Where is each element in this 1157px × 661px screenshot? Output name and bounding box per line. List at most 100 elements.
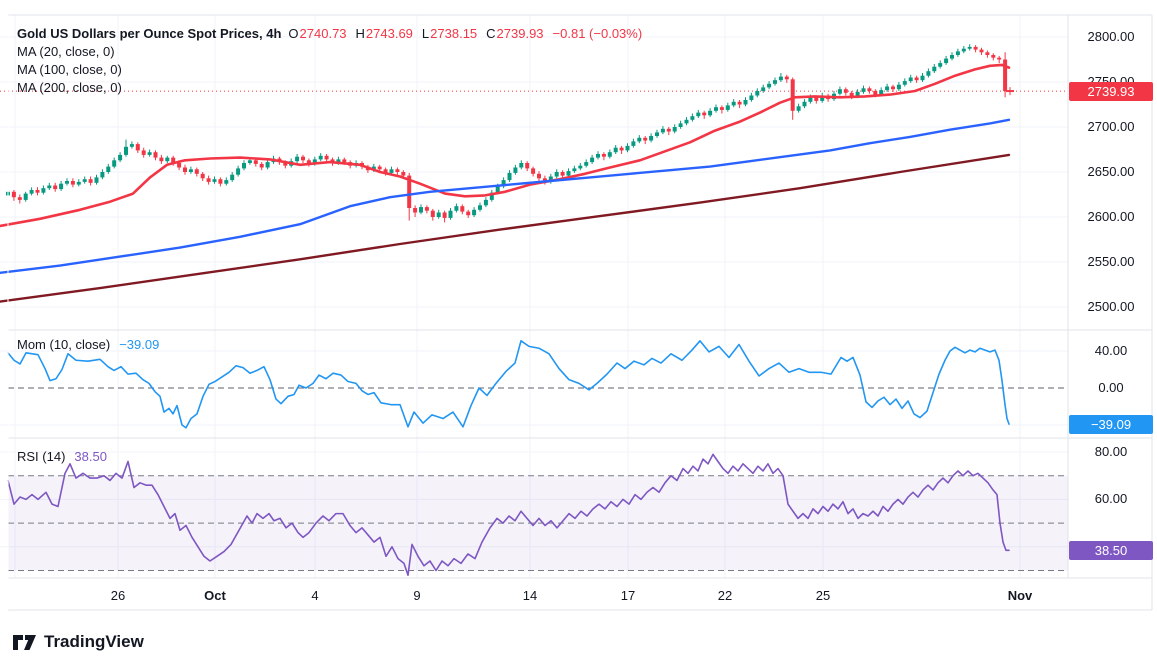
time-tick-label-14: 14 [523, 588, 537, 603]
candle-body [112, 160, 116, 166]
high-value: 2743.69 [366, 26, 413, 41]
candle-body [714, 107, 718, 111]
tradingview-watermark-text: TradingView [44, 632, 144, 652]
candle-body [301, 157, 305, 161]
main-legend: Gold US Dollars per Ounce Spot Prices, 4… [17, 24, 642, 96]
candle-body [785, 77, 789, 80]
momentum-legend[interactable]: Mom (10, close) −39.09 [17, 337, 159, 352]
candle-body [53, 186, 57, 190]
momentum-tick-label: 0.00 [1069, 380, 1153, 395]
chart-canvas[interactable] [0, 0, 1157, 661]
momentum-value: −39.09 [119, 337, 159, 352]
candle-body [242, 163, 246, 168]
candle-body [974, 47, 978, 50]
candle-body [962, 49, 966, 52]
candle-body [319, 156, 323, 160]
candle-body [513, 168, 517, 173]
candle-body [708, 111, 712, 116]
rsi-value-badge: 38.50 [1069, 541, 1153, 560]
tradingview-watermark[interactable]: TradingView [13, 632, 144, 652]
candle-body [626, 146, 630, 151]
ma200-legend[interactable]: MA (200, close, 0) [17, 78, 642, 96]
rsi-tick-label: 60.00 [1069, 491, 1153, 506]
candle-body [531, 168, 535, 173]
candle-body [572, 168, 576, 171]
candle-body [18, 197, 22, 200]
tradingview-chart: Gold US Dollars per Ounce Spot Prices, 4… [0, 0, 1157, 661]
candle-body [260, 164, 264, 168]
candle-body [903, 81, 907, 85]
momentum-line [8, 341, 1009, 428]
candle-body [248, 160, 252, 163]
candle-body [926, 71, 930, 76]
candle-body [590, 158, 594, 163]
time-tick-label-22: 22 [718, 588, 732, 603]
candle-body [177, 163, 181, 168]
candle-body [124, 147, 128, 155]
candle-body [773, 80, 777, 84]
candle-body [395, 169, 399, 172]
candle-body [419, 207, 423, 212]
candle-body [862, 88, 866, 92]
rsi-legend[interactable]: RSI (14) 38.50 [17, 449, 107, 464]
low-label: L [422, 26, 429, 41]
candle-body [631, 141, 635, 146]
high-label: H [356, 26, 365, 41]
candle-body [997, 58, 1001, 60]
candle-body [655, 132, 659, 136]
candle-body [230, 175, 234, 180]
candle-body [378, 167, 382, 170]
candle-body [65, 181, 69, 184]
ma100-legend[interactable]: MA (100, close, 0) [17, 60, 642, 78]
candle-body [118, 155, 122, 160]
symbol-legend-row[interactable]: Gold US Dollars per Ounce Spot Prices, 4… [17, 24, 642, 42]
candle-body [189, 169, 193, 172]
candle-body [537, 174, 541, 179]
candle-body [980, 50, 984, 53]
open-label: O [288, 26, 298, 41]
price-tick-label: 2550.00 [1069, 254, 1153, 269]
candle-body [838, 89, 842, 94]
candle-body [932, 67, 936, 72]
candle-body [732, 102, 736, 106]
candle-body [454, 206, 458, 211]
rsi-value: 38.50 [74, 449, 107, 464]
candle-body [519, 163, 523, 168]
candle-body [59, 184, 63, 189]
candle-body [207, 178, 211, 182]
candle-body [30, 190, 34, 194]
candle-body [720, 107, 724, 110]
candle-body [466, 212, 470, 216]
candle-body [844, 89, 848, 93]
price-tick-label: 2500.00 [1069, 299, 1153, 314]
time-tick-label-17: 17 [621, 588, 635, 603]
candle-body [142, 150, 146, 155]
candle-body [915, 78, 919, 81]
ma20-legend[interactable]: MA (20, close, 0) [17, 42, 642, 60]
momentum-value-badge: −39.09 [1069, 415, 1153, 434]
candle-body [673, 127, 677, 132]
candle-body [218, 179, 222, 184]
candle-body [738, 102, 742, 105]
candle-body [100, 172, 104, 177]
candle-body [295, 157, 299, 162]
candle-body [325, 156, 329, 160]
candle-body [478, 205, 482, 210]
candle-body [608, 152, 612, 157]
candle-body [602, 154, 606, 157]
candle-body [130, 144, 134, 147]
open-value: 2740.73 [300, 26, 347, 41]
candle-body [154, 152, 158, 157]
candle-body [159, 158, 163, 162]
candle-body [24, 194, 28, 200]
rsi-tick-label: 80.00 [1069, 444, 1153, 459]
candle-body [696, 113, 700, 117]
candle-body [213, 179, 217, 182]
candle-body [567, 171, 571, 176]
candle-body [661, 129, 665, 133]
time-tick-label-nov: Nov [1008, 588, 1033, 603]
candle-body [690, 116, 694, 120]
candle-body [749, 96, 753, 101]
candle-body [891, 87, 895, 90]
candle-body [437, 213, 441, 218]
